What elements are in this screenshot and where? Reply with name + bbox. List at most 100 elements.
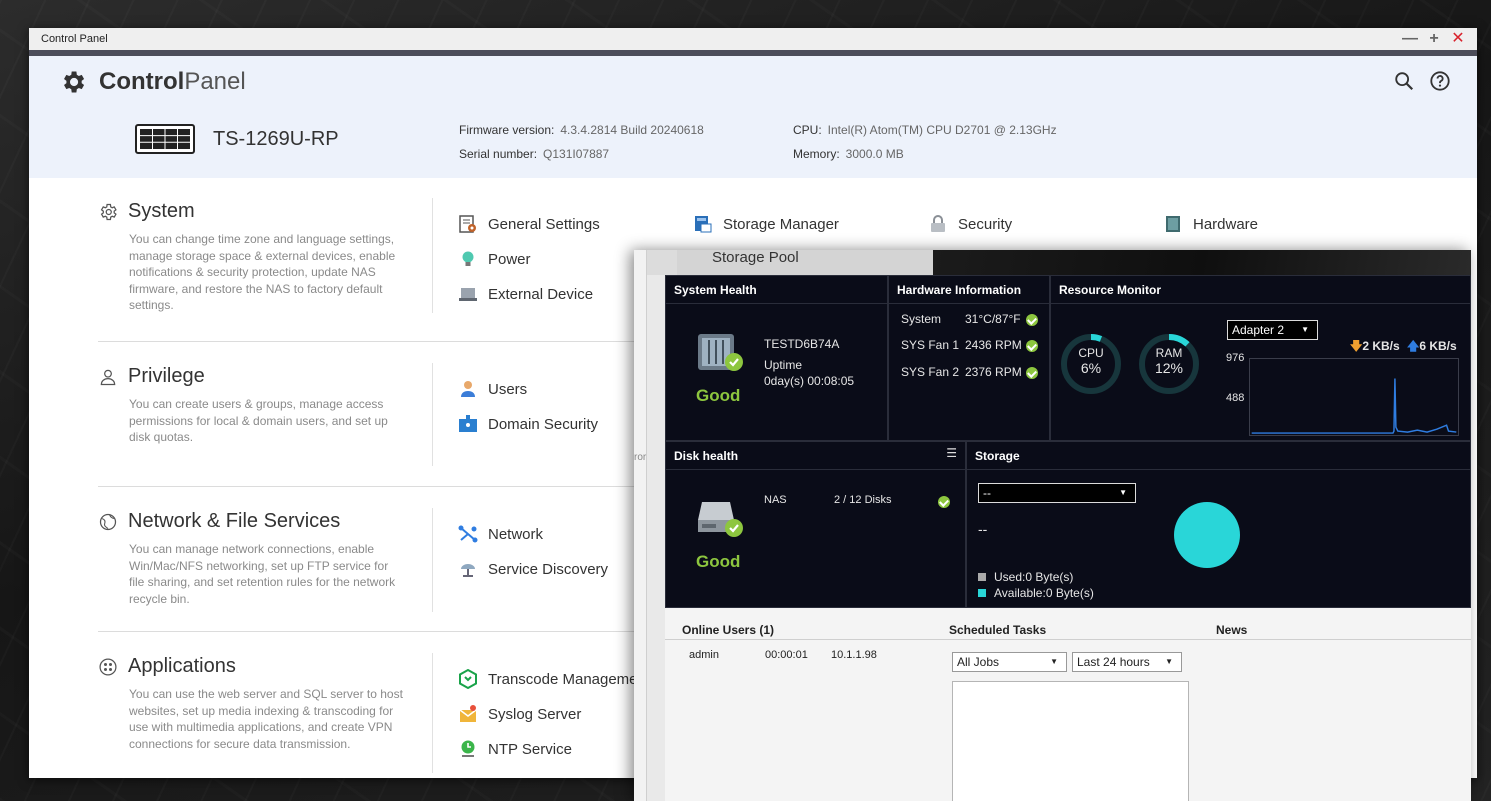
menu-item-label: Power bbox=[488, 250, 531, 268]
menu-item-domain-security[interactable]: Domain Security bbox=[458, 414, 598, 434]
section-divider bbox=[98, 486, 658, 487]
section-description: You can change time zone and language se… bbox=[129, 232, 396, 312]
hw-row-value: 2436 RPM bbox=[965, 338, 1022, 352]
section-description: You can use the web server and SQL serve… bbox=[129, 687, 403, 751]
used-legend: Used:0 Byte(s) bbox=[978, 570, 1073, 584]
section-title: Privilege bbox=[128, 365, 205, 387]
adapter-select[interactable]: Adapter 2 ▼ bbox=[1227, 320, 1318, 340]
menu-item-syslog-server[interactable]: Syslog Server bbox=[458, 704, 581, 724]
firmware-label: Firmware version: bbox=[459, 123, 555, 137]
search-icon[interactable] bbox=[1393, 70, 1415, 92]
section-description: You can create users & groups, manage ac… bbox=[129, 397, 388, 444]
disk-health-panel: Disk health ☰ NAS 2 / 12 Disks Good bbox=[665, 441, 966, 608]
menu-item-storage-manager[interactable]: Storage Manager bbox=[693, 214, 839, 234]
user-icon bbox=[461, 381, 475, 397]
traffic-line bbox=[1251, 378, 1457, 434]
system-health-status: Good bbox=[696, 386, 741, 405]
menu-item-label: Domain Security bbox=[488, 415, 599, 433]
menu-item-power[interactable]: Power bbox=[458, 249, 531, 269]
brand: ControlPanel bbox=[59, 68, 246, 96]
apps-icon bbox=[99, 657, 117, 676]
syslog-icon bbox=[459, 705, 477, 722]
user-outline-icon bbox=[100, 369, 116, 385]
time-filter-select[interactable]: Last 24 hours ▼ bbox=[1072, 652, 1182, 672]
menu-item-general-settings[interactable]: General Settings bbox=[458, 214, 600, 234]
section-divider bbox=[98, 341, 658, 342]
external-drive-icon bbox=[459, 288, 477, 301]
network-traffic-graph bbox=[1249, 358, 1459, 436]
header-divider bbox=[665, 639, 1471, 640]
menu-item-security[interactable]: Security bbox=[928, 214, 1012, 234]
menu-item-users[interactable]: Users bbox=[458, 379, 527, 399]
list-icon[interactable]: ☰ bbox=[946, 446, 957, 460]
control-panel-header: ControlPanel TS-1269U-RP Firmware versio… bbox=[29, 56, 1477, 178]
device-summary: TS-1269U-RP bbox=[135, 124, 339, 154]
globe-icon bbox=[99, 513, 117, 530]
storage-value: -- bbox=[978, 521, 988, 537]
hardware-icon bbox=[1166, 216, 1180, 232]
lightbulb-icon bbox=[462, 251, 474, 266]
help-icon[interactable] bbox=[1429, 70, 1451, 92]
panel-title: Hardware Information bbox=[889, 276, 1049, 304]
hw-row-label: System bbox=[901, 312, 942, 326]
used-swatch bbox=[978, 573, 986, 581]
dashboard: System Health TESTD6B74A Uptime 0day(s) … bbox=[665, 275, 1471, 608]
jobs-filter-select[interactable]: All Jobs ▼ bbox=[952, 652, 1067, 672]
hardware-spec-info: CPU: Intel(R) Atom(TM) CPU D2701 @ 2.13GH… bbox=[793, 118, 1057, 166]
menu-item-hardware[interactable]: Hardware bbox=[1163, 214, 1258, 234]
menu-item-label: Syslog Server bbox=[488, 705, 582, 723]
close-icon[interactable]: ✕ bbox=[1449, 30, 1467, 48]
window-title: Control Panel bbox=[41, 33, 108, 45]
online-users-title: Online Users (1) bbox=[682, 623, 775, 637]
hw-row-value: 2376 RPM bbox=[965, 365, 1022, 379]
user-name: admin bbox=[689, 649, 719, 661]
maximize-icon[interactable]: + bbox=[1425, 30, 1443, 48]
menu-item-transcode-management[interactable]: Transcode Manageme bbox=[458, 669, 638, 689]
menu-item-label: External Device bbox=[488, 285, 594, 303]
tab-storage-pool[interactable]: Storage Pool bbox=[677, 250, 933, 275]
window-titlebar[interactable]: Control Panel — + ✕ bbox=[29, 28, 1477, 50]
menu-item-service-discovery[interactable]: Service Discovery bbox=[458, 559, 608, 579]
storage-manager-icon bbox=[695, 216, 712, 233]
section-divider-vertical bbox=[432, 363, 433, 466]
menu-item-ntp-service[interactable]: NTP Service bbox=[458, 739, 572, 759]
menu-item-network[interactable]: Network bbox=[458, 524, 543, 544]
disk-device: NAS bbox=[764, 494, 787, 506]
storage-select[interactable]: -- ▼ bbox=[978, 483, 1136, 503]
menu-item-label: Storage Manager bbox=[723, 215, 839, 233]
section-title: Network & File Services bbox=[128, 510, 341, 532]
cpu-label: CPU: bbox=[793, 123, 822, 137]
down-arrow-icon: 🡇 bbox=[1350, 339, 1363, 353]
gear-icon bbox=[64, 71, 85, 93]
satellite-dish-icon bbox=[461, 564, 475, 577]
y-tick-label: 488 bbox=[1226, 392, 1245, 404]
device-model: TS-1269U-RP bbox=[213, 127, 339, 150]
section-divider bbox=[98, 631, 658, 632]
user-time: 00:00:01 bbox=[765, 649, 808, 661]
section-title: System bbox=[128, 200, 195, 222]
up-arrow-icon: 🡅 bbox=[1407, 339, 1420, 353]
nas-rack-icon bbox=[135, 124, 195, 154]
cpu-value: Intel(R) Atom(TM) CPU D2701 @ 2.13GHz bbox=[827, 123, 1057, 137]
transcode-icon bbox=[459, 669, 477, 689]
menu-item-external-device[interactable]: External Device bbox=[458, 284, 593, 304]
section-title: Applications bbox=[128, 655, 236, 677]
disk-health-status: Good bbox=[696, 552, 741, 571]
scheduled-tasks-list[interactable] bbox=[952, 681, 1189, 801]
system-name: TESTD6B74A bbox=[764, 337, 840, 351]
storage-manager-window: ror Storage Pool System Health TESTD6B74… bbox=[634, 250, 1471, 801]
ram-gauge-label: RAM 12% bbox=[1154, 346, 1184, 376]
section-divider-vertical bbox=[432, 653, 433, 773]
serial-value: Q131I07887 bbox=[543, 147, 610, 161]
storage-pie-chart bbox=[1174, 502, 1240, 568]
check-icon bbox=[1026, 340, 1038, 352]
domain-security-icon bbox=[459, 415, 477, 432]
sidebar-truncated-text: ror bbox=[634, 452, 647, 463]
network-icon bbox=[458, 525, 478, 543]
minimize-icon[interactable]: — bbox=[1401, 30, 1419, 48]
ntp-icon bbox=[461, 740, 475, 757]
lock-icon bbox=[931, 215, 945, 232]
hw-row-label: SYS Fan 2 bbox=[901, 365, 960, 379]
gear-outline-icon bbox=[100, 203, 117, 220]
menu-item-label: NTP Service bbox=[488, 740, 572, 758]
